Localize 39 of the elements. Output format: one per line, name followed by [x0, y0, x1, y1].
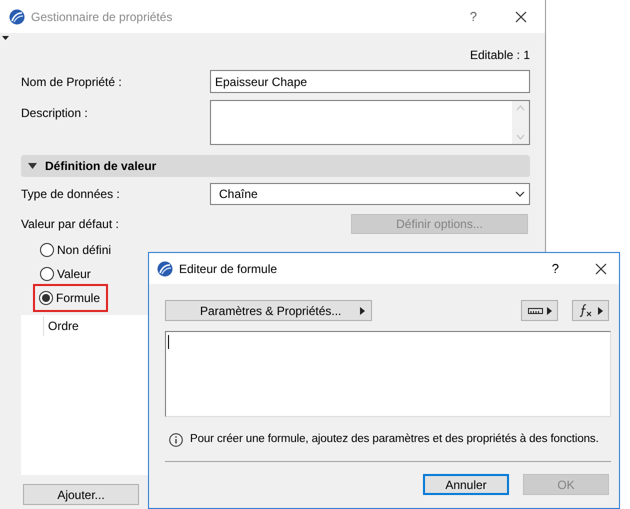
info-icon [169, 432, 183, 447]
radio-button[interactable] [40, 243, 54, 257]
radio-button[interactable] [39, 291, 53, 305]
window-title: Editeur de formule [179, 260, 278, 278]
radio-label: Non défini [57, 242, 112, 259]
field-label: Type de données : [21, 186, 121, 203]
radio-button[interactable] [40, 267, 54, 281]
close-icon[interactable] [515, 10, 527, 22]
field-label: Valeur par défaut : [21, 216, 119, 233]
function-icon [578, 304, 592, 317]
dropdown[interactable]: Chaîne [210, 183, 530, 205]
info-text: Pour créer une formule, ajoutez des paramètres et des propriétés à des fonctions. [190, 432, 599, 447]
menu-arrow-icon [546, 306, 552, 314]
triangle-marker-icon [2, 36, 9, 40]
section-header[interactable]: Définition de valeur [21, 155, 530, 177]
expand-triangle-icon [28, 163, 37, 169]
parameters-button[interactable]: Paramètres & Propriétés... [165, 300, 372, 321]
text-field[interactable]: Epaisseur Chape [210, 70, 530, 93]
list-item[interactable]: Ordre [43, 316, 79, 336]
help-button[interactable]: ? [552, 258, 559, 278]
field-label: Nom de Propriété : [21, 74, 123, 90]
menu-arrow-icon [360, 306, 365, 314]
window-title: Gestionnaire de propriétés [31, 8, 174, 26]
radio-label: Valeur [57, 266, 91, 283]
help-button[interactable]: ? [470, 6, 477, 26]
chevron-down-icon [515, 191, 525, 197]
ruler-icon [528, 308, 542, 314]
radio-label: Formule [56, 290, 100, 307]
menu-arrow-icon [598, 306, 602, 314]
text-area[interactable] [210, 100, 530, 145]
field-label: Description : [21, 105, 89, 122]
function-button[interactable] [572, 300, 609, 321]
dialog-button[interactable]: Annuler [423, 474, 509, 496]
editable-count: Editable : 1 [470, 47, 530, 60]
app-logo-icon [9, 8, 25, 24]
add-button[interactable]: Ajouter... [23, 484, 139, 505]
close-icon[interactable] [595, 262, 607, 274]
app-logo-icon [157, 260, 173, 276]
units-button[interactable] [521, 300, 558, 321]
